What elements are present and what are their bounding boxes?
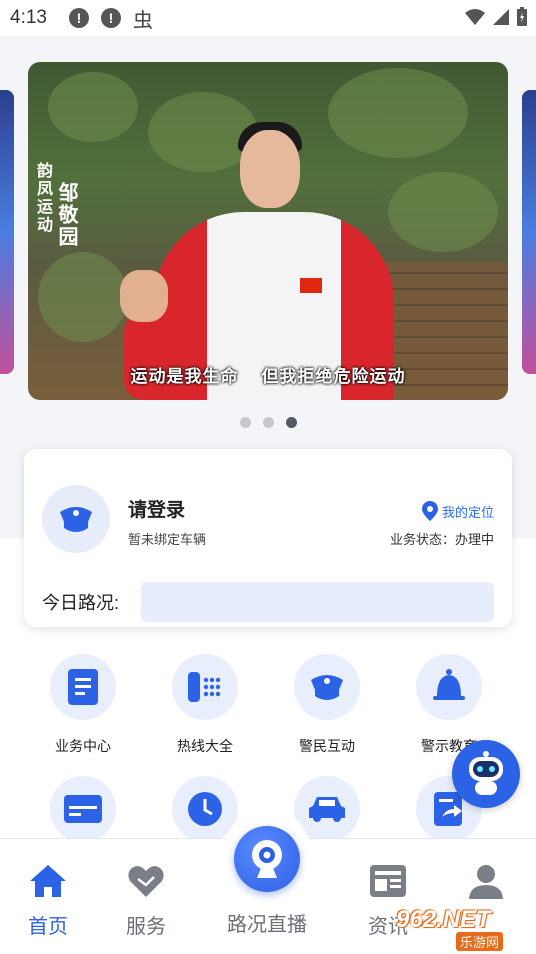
user-icon [469, 865, 503, 899]
police-cap-icon [311, 675, 343, 700]
robot-icon [469, 751, 503, 795]
watermark-logo: 962.NET 乐游网 [396, 906, 532, 951]
grid-label: 警民互动 [299, 738, 355, 754]
car-icon [309, 797, 345, 822]
grid-label: 热线大全 [177, 738, 233, 754]
avatar[interactable] [42, 485, 110, 553]
banner-image[interactable]: 韵凤运动 邹敬园 运动是我生命 但我拒绝危险运动 [28, 62, 508, 400]
login-button[interactable]: 请登录 [128, 495, 185, 522]
camera-icon [252, 840, 282, 878]
user-card: 请登录 暂未绑定车辆 我的定位 业务状态：办理中 今日路况: [24, 449, 512, 627]
grid-icon-bg [50, 776, 116, 842]
banner-side-caption: 韵凤运动 [34, 162, 51, 234]
my-location-link[interactable]: 我的定位 [421, 501, 494, 521]
clock-icon [188, 792, 222, 826]
business-status: 业务状态：办理中 [389, 532, 494, 547]
grid-icon-bg [50, 654, 116, 720]
traffic-info-box[interactable] [141, 582, 494, 622]
police-cap-icon [60, 507, 92, 532]
nav-live-label[interactable]: 路况直播 [214, 908, 320, 937]
grid-icon-bg [294, 654, 360, 720]
alert-icon: ! [68, 8, 89, 28]
carousel-dot-active[interactable] [285, 417, 297, 428]
flag-icon [300, 278, 322, 293]
nav-service[interactable]: 服务 [106, 863, 186, 939]
nav-home-label: 首页 [28, 916, 68, 938]
alert-icon: ! [100, 8, 121, 28]
status-time: 4:13 [10, 7, 47, 28]
watermark-main: 962.NET [396, 906, 491, 933]
grid-item-hotlines[interactable]: 热线大全 [150, 654, 260, 756]
bell-icon [433, 669, 465, 700]
grid-label: 业务中心 [55, 738, 111, 754]
carousel-dots [0, 417, 536, 428]
location-pin-icon [421, 501, 438, 521]
status-right [464, 7, 528, 27]
status-bar: 4:13 ! ! 虫 [0, 0, 536, 36]
id-card-icon [64, 795, 102, 823]
news-icon [370, 865, 406, 897]
grid-icon-bg [416, 654, 482, 720]
carousel-next-peek[interactable] [522, 90, 536, 374]
carousel-prev-peek[interactable] [0, 90, 14, 374]
traffic-label: 今日路况: [42, 593, 120, 613]
nav-live-button[interactable] [234, 826, 300, 892]
battery-icon [517, 7, 527, 26]
grid-item-police-interaction[interactable]: 警民互动 [272, 654, 382, 756]
phone-icon [188, 672, 221, 702]
grid-item-business-center[interactable]: 业务中心 [28, 654, 138, 756]
banner-carousel[interactable]: 韵凤运动 邹敬园 运动是我生命 但我拒绝危险运动 [0, 36, 536, 456]
grid-icon-bg [172, 654, 238, 720]
handshake-heart-icon [128, 866, 164, 897]
wifi-icon [465, 9, 485, 25]
carousel-dot[interactable] [262, 417, 274, 428]
vehicle-binding-status: 暂未绑定车辆 [128, 532, 207, 547]
bug-icon: 虫 [132, 9, 153, 32]
home-icon [30, 865, 66, 897]
document-icon [68, 669, 98, 705]
nav-service-label: 服务 [126, 916, 166, 938]
assistant-robot-button[interactable] [452, 740, 520, 808]
nav-mine[interactable] [446, 863, 526, 910]
banner-subtitle: 运动是我生命 但我拒绝危险运动 [130, 367, 406, 386]
nav-home[interactable]: 首页 [8, 863, 88, 939]
banner-athlete-name: 邹敬园 [55, 182, 77, 248]
carousel-dot[interactable] [239, 417, 251, 428]
grid-item-id-card[interactable] [28, 776, 138, 842]
my-location-label: 我的定位 [441, 504, 494, 520]
watermark-sub: 乐游网 [456, 932, 504, 951]
signal-icon [493, 9, 509, 25]
